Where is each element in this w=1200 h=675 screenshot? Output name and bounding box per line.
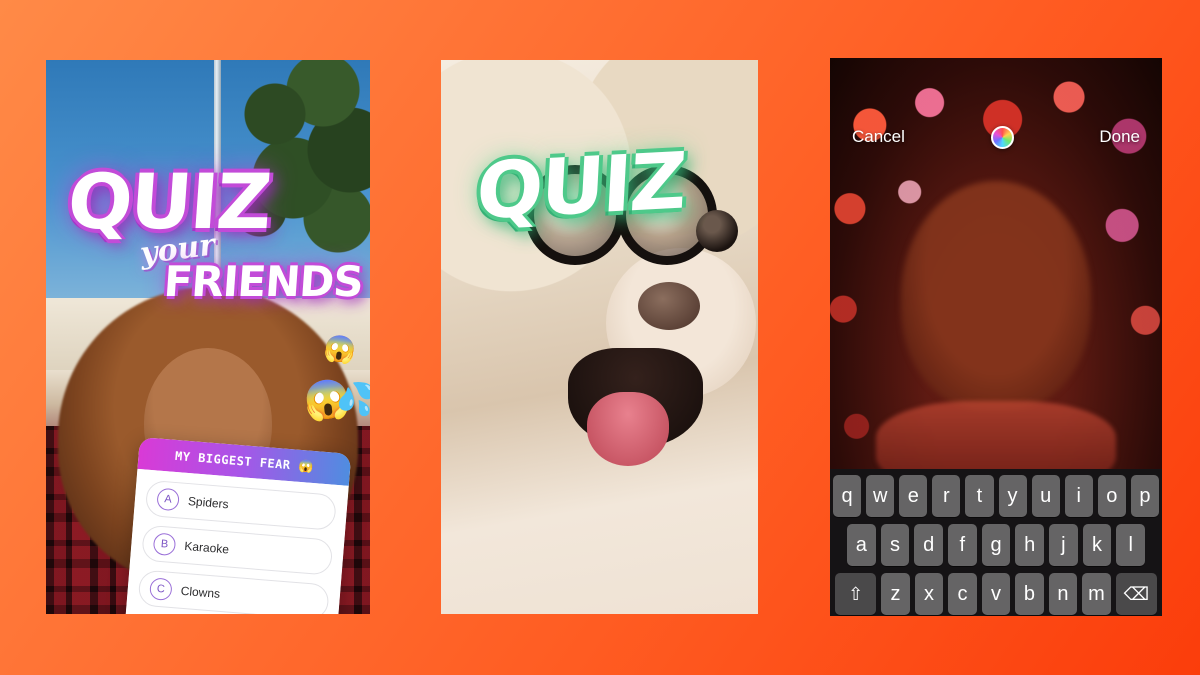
key-m[interactable]: m bbox=[1082, 573, 1111, 615]
done-button[interactable]: Done bbox=[1099, 127, 1140, 147]
key-j[interactable]: j bbox=[1049, 524, 1078, 566]
key-z[interactable]: z bbox=[881, 573, 910, 615]
editor-nav-bar: Cancel Done bbox=[830, 116, 1162, 158]
quiz-option-c[interactable]: C Clowns bbox=[137, 569, 330, 614]
option-label: Clowns bbox=[180, 583, 221, 601]
option-letter: B bbox=[152, 532, 177, 557]
on-screen-keyboard: qwertyuiop asdfghjkl ⇧ z x c v b n m ⌫ bbox=[830, 469, 1162, 616]
key-n[interactable]: n bbox=[1048, 573, 1078, 615]
key-a[interactable]: a bbox=[846, 524, 876, 566]
story-panel-me-as-a-dog: QUIZ ME AS A DOG ? A Golden Retriever B … bbox=[441, 60, 758, 614]
key-d[interactable]: d bbox=[914, 524, 943, 566]
person-silhouette bbox=[901, 180, 1091, 411]
key-b[interactable]: b bbox=[1015, 573, 1044, 615]
tree-foliage bbox=[230, 60, 370, 254]
story-panel-editor: Cancel Done WHICH EMOJIS DESCRIBE ME? A … bbox=[830, 58, 1162, 616]
key-y[interactable]: y bbox=[998, 475, 1027, 517]
keyboard-row-2: asdfghjkl bbox=[833, 524, 1159, 566]
key-p[interactable]: p bbox=[1130, 475, 1159, 517]
glasses-lens-right bbox=[616, 165, 738, 266]
keyboard-row-3: ⇧ z x c v b n m ⌫ bbox=[833, 573, 1159, 615]
dog-eye bbox=[695, 210, 738, 253]
quiz-option-a[interactable]: A Spiders bbox=[144, 479, 337, 531]
key-f[interactable]: f bbox=[948, 524, 977, 566]
quiz-options-list: A Spiders B Karaoke C Clowns D Getting l… bbox=[121, 468, 349, 614]
key-u[interactable]: u bbox=[1031, 475, 1060, 517]
key-q[interactable]: q bbox=[833, 475, 862, 517]
quiz-option-b[interactable]: B Karaoke bbox=[141, 524, 334, 576]
dog-tongue bbox=[586, 392, 669, 467]
color-wheel-icon[interactable] bbox=[990, 125, 1014, 149]
key-x[interactable]: x bbox=[914, 573, 944, 615]
key-v[interactable]: v bbox=[981, 573, 1011, 615]
lamp-post bbox=[214, 60, 222, 304]
option-label: Spiders bbox=[187, 494, 230, 512]
dog-nose bbox=[637, 281, 700, 330]
key-s[interactable]: s bbox=[880, 524, 910, 566]
glasses-lens-left bbox=[524, 165, 625, 266]
option-label: Karaoke bbox=[183, 538, 230, 557]
shift-key[interactable]: ⇧ bbox=[835, 573, 877, 615]
key-k[interactable]: k bbox=[1082, 524, 1112, 566]
backspace-key[interactable]: ⌫ bbox=[1115, 573, 1157, 615]
key-w[interactable]: w bbox=[866, 475, 895, 517]
key-l[interactable]: l bbox=[1116, 524, 1146, 566]
key-i[interactable]: i bbox=[1064, 475, 1093, 517]
option-letter: C bbox=[149, 577, 173, 602]
key-e[interactable]: e bbox=[899, 475, 928, 517]
panel-2-photo-background bbox=[441, 60, 758, 614]
key-g[interactable]: g bbox=[981, 524, 1011, 566]
key-o[interactable]: o bbox=[1097, 475, 1126, 517]
dog-glasses bbox=[524, 165, 757, 273]
key-h[interactable]: h bbox=[1015, 524, 1045, 566]
screenshot-stage: QUIZ your FRIENDS 😱 😱 💦 MY BIGGEST FEAR … bbox=[0, 0, 1200, 675]
keyboard-row-1: qwertyuiop bbox=[833, 475, 1159, 517]
option-letter: A bbox=[156, 487, 180, 512]
screaming-face-emoji-sticker: 😱 bbox=[322, 331, 359, 367]
key-t[interactable]: t bbox=[965, 475, 994, 517]
key-r[interactable]: r bbox=[932, 475, 961, 517]
story-panel-quiz-your-friends: QUIZ your FRIENDS 😱 😱 💦 MY BIGGEST FEAR … bbox=[46, 60, 370, 614]
cancel-button[interactable]: Cancel bbox=[852, 127, 905, 147]
quiz-sticker-card[interactable]: MY BIGGEST FEAR 😱 A Spiders B Karaoke C … bbox=[121, 437, 352, 614]
key-c[interactable]: c bbox=[948, 573, 977, 615]
